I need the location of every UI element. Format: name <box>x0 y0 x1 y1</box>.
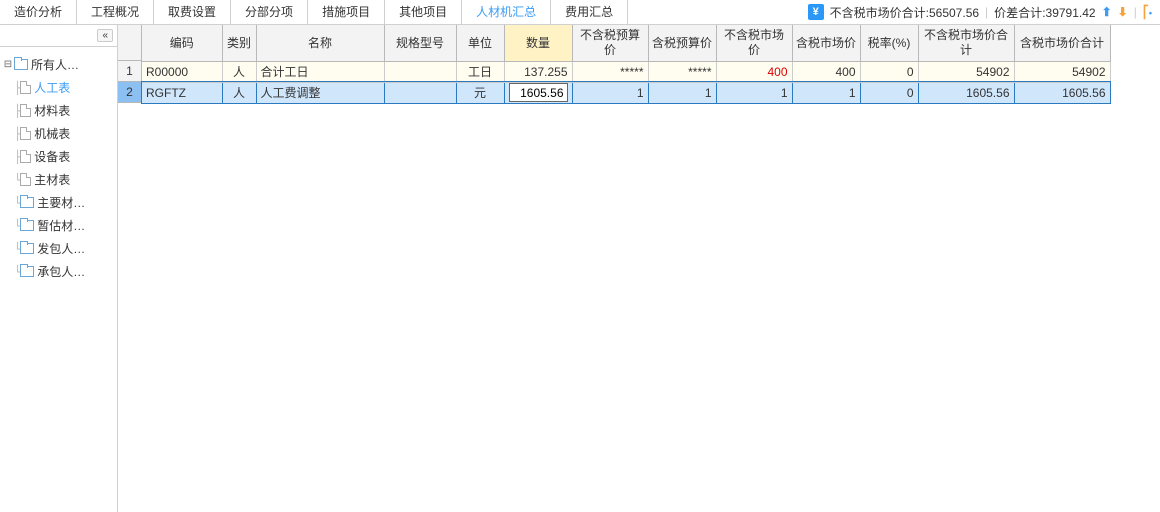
tree-item[interactable]: └ 主要材… <box>0 191 117 214</box>
tree-label: 主要材… <box>37 194 85 211</box>
collapse-button[interactable]: « <box>97 29 113 42</box>
column-header[interactable]: 编码 <box>142 25 222 61</box>
tab-6[interactable]: 人材机汇总 <box>462 0 551 25</box>
tree-item[interactable]: └ 发包人… <box>0 237 117 260</box>
tabs-row: 造价分析工程概况取费设置分部分项措施项目其他项目人材机汇总费用汇总 ¥ 不含税市… <box>0 0 1160 25</box>
table-row[interactable]: RGFTZ人人工费调整元111101605.561605.56 <box>142 82 1110 103</box>
tree-item[interactable]: ⊟ 所有人… <box>0 53 117 76</box>
column-header[interactable]: 税率(%) <box>860 25 918 61</box>
file-icon <box>20 104 31 117</box>
column-header[interactable]: 含税市场价 <box>792 25 860 61</box>
column-header[interactable]: 含税市场价合计 <box>1014 25 1110 61</box>
tab-1[interactable]: 工程概况 <box>77 0 154 25</box>
column-header[interactable]: 规格型号 <box>384 25 456 61</box>
arrow-up-icon[interactable]: ⬆ <box>1102 5 1112 19</box>
tree-item[interactable]: ├ 人工表 <box>0 76 117 99</box>
tree-item[interactable]: └ 暂估材… <box>0 214 117 237</box>
column-header[interactable]: 类别 <box>222 25 256 61</box>
column-header[interactable]: 单位 <box>456 25 504 61</box>
tree-label: 承包人… <box>37 263 85 280</box>
tree-label: 设备表 <box>34 148 70 165</box>
data-grid[interactable]: 编码类别名称规格型号单位数量不含税预算价含税预算价不含税市场价含税市场价税率(%… <box>142 25 1111 104</box>
rownum-header <box>118 25 142 61</box>
table-row[interactable]: R00000人合计工日工日137.255**********4004000549… <box>142 61 1110 82</box>
row-number[interactable]: 2 <box>118 82 142 103</box>
file-icon <box>20 173 31 186</box>
tree-item[interactable]: ├ 机械表 <box>0 122 117 145</box>
tree-label: 材料表 <box>34 102 70 119</box>
sidebar: « ⊟所有人…├ 人工表├ 材料表├ 机械表├ 设备表└ 主材表└ 主要材…└ … <box>0 25 118 512</box>
tab-3[interactable]: 分部分项 <box>231 0 308 25</box>
tree-item[interactable]: └ 主材表 <box>0 168 117 191</box>
column-header[interactable]: 不含税市场价 <box>716 25 792 61</box>
tree-item[interactable]: ├ 材料表 <box>0 99 117 122</box>
file-icon <box>20 127 31 140</box>
folder-icon <box>20 266 34 277</box>
tree-label: 机械表 <box>34 125 70 142</box>
folder-icon <box>20 220 34 231</box>
expander-icon[interactable]: ⊟ <box>2 59 14 70</box>
tree-label: 主材表 <box>34 171 70 188</box>
tree-label: 人工表 <box>34 79 70 96</box>
qty-input[interactable] <box>509 83 568 102</box>
tree-item[interactable]: ├ 设备表 <box>0 145 117 168</box>
currency-icon: ¥ <box>808 4 824 20</box>
column-header[interactable]: 名称 <box>256 25 384 61</box>
column-header[interactable]: 不含税市场价合计 <box>918 25 1014 61</box>
tab-5[interactable]: 其他项目 <box>385 0 462 25</box>
tab-0[interactable]: 造价分析 <box>0 0 77 25</box>
tree-label: 暂估材… <box>37 217 85 234</box>
tab-7[interactable]: 费用汇总 <box>551 0 628 25</box>
folder-icon <box>20 197 34 208</box>
column-header[interactable]: 数量 <box>504 25 572 61</box>
tree: ⊟ 所有人… ├ 人工表├ 材料表├ 机械表├ 设备表└ 主材表└ 主要材…└ 暂估… <box>0 47 117 289</box>
tree-item[interactable]: └ 承包人… <box>0 260 117 283</box>
tree-label: 发包人… <box>37 240 85 257</box>
row-number[interactable]: 1 <box>118 61 142 82</box>
tree-label: 所有人… <box>31 56 79 73</box>
highlight-icon[interactable]: ⎡• <box>1143 5 1152 19</box>
file-icon <box>20 81 31 94</box>
file-icon <box>20 150 31 163</box>
folder-icon <box>14 59 28 70</box>
arrow-down-icon[interactable]: ⬇ <box>1118 5 1128 19</box>
summary-bar: ¥ 不含税市场价合计:56507.56 | 价差合计:39791.42 ⬆ ⬇ … <box>800 4 1160 21</box>
folder-icon <box>20 243 34 254</box>
grid-area: 12 编码类别名称规格型号单位数量不含税预算价含税预算价不含税市场价含税市场价税… <box>118 25 1160 512</box>
column-header[interactable]: 含税预算价 <box>648 25 716 61</box>
tab-4[interactable]: 措施项目 <box>308 0 385 25</box>
tab-2[interactable]: 取费设置 <box>154 0 231 25</box>
column-header[interactable]: 不含税预算价 <box>572 25 648 61</box>
